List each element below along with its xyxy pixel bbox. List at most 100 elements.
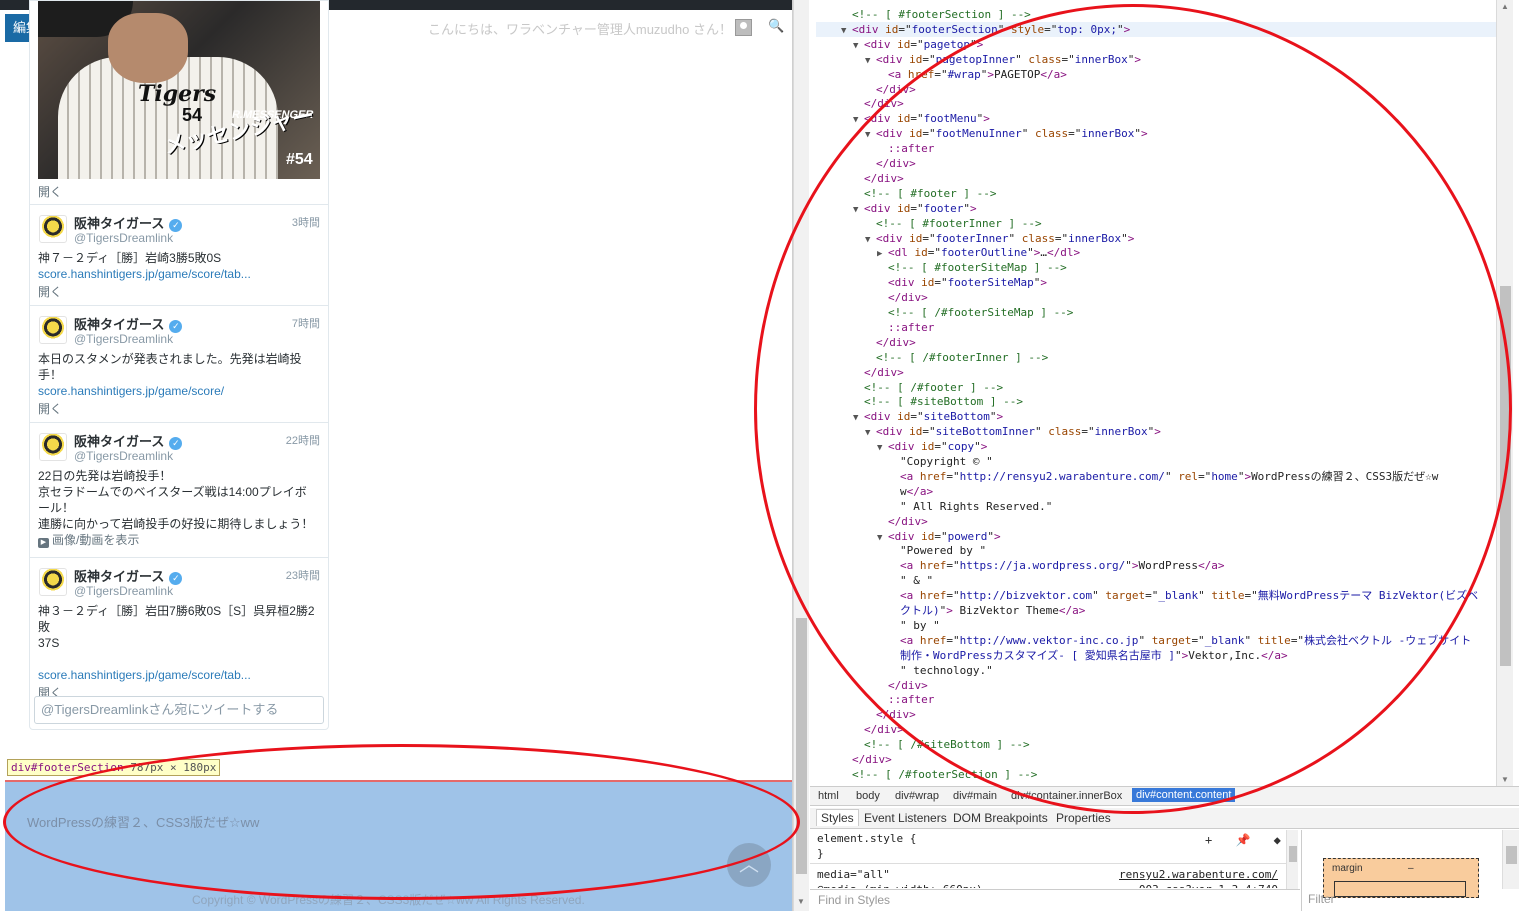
tweet-time[interactable]: 23時間: [286, 567, 320, 583]
tigers-avatar-icon[interactable]: [39, 215, 67, 243]
expand-triangle-icon[interactable]: ▼: [865, 128, 876, 143]
style-rule-selector[interactable]: element.style {: [817, 832, 916, 845]
dom-node-text[interactable]: </div>: [876, 335, 916, 350]
find-in-styles-input[interactable]: Find in Styles: [810, 889, 1300, 911]
search-icon[interactable]: 🔍: [768, 18, 784, 34]
breadcrumb-item[interactable]: div#wrap: [895, 790, 939, 802]
tab-styles[interactable]: Styles: [816, 809, 859, 826]
tweet-time[interactable]: 3時間: [292, 214, 320, 230]
breadcrumb-item[interactable]: body: [856, 790, 880, 802]
dom-node-text[interactable]: </div>: [888, 514, 928, 529]
dom-node-text[interactable]: <!-- [ #siteBottom ] -->: [864, 394, 1023, 409]
tweet-author[interactable]: 阪神タイガース ✓: [74, 213, 183, 232]
tweet-handle[interactable]: @TigersDreamlink: [74, 231, 173, 245]
tigers-avatar-icon[interactable]: [39, 433, 67, 461]
dom-node-text[interactable]: </div>: [876, 156, 916, 171]
elements-scrollbar[interactable]: ▲ ▼: [1496, 0, 1513, 786]
dom-node-text[interactable]: " All Rights Reserved.": [900, 499, 1052, 514]
tweet-handle[interactable]: @TigersDreamlink: [74, 332, 173, 346]
dom-node-text[interactable]: <!-- [ /#footerSection ] -->: [852, 767, 1037, 782]
tigers-avatar-icon[interactable]: [39, 568, 67, 596]
expand-triangle-icon[interactable]: ▼: [853, 203, 864, 218]
dom-node-text[interactable]: </div>: [876, 82, 916, 97]
dom-node-text[interactable]: <a href="http://bizvektor.com" target="_…: [900, 588, 1478, 603]
dom-node-text[interactable]: </div>: [864, 722, 904, 737]
dom-node-text[interactable]: " & ": [900, 573, 933, 588]
page-scrollbar[interactable]: ▼: [793, 0, 809, 911]
dom-node-text[interactable]: <!-- [ #footerInner ] -->: [876, 216, 1042, 231]
elements-tree[interactable]: <!-- [ #footerSection ] --> ▼ <div id="foo…: [810, 0, 1496, 786]
dom-node-text[interactable]: <!-- [ #footer ] -->: [864, 186, 996, 201]
breadcrumb-item-active[interactable]: div#content.content: [1132, 788, 1236, 802]
dom-node-text[interactable]: <a href="#wrap">PAGETOP</a>: [888, 67, 1067, 82]
pagetop-button[interactable]: ︿: [727, 843, 771, 887]
dom-node-text[interactable]: ::after: [888, 141, 934, 156]
style-source-link[interactable]: rensyu2.warabenture.com/: [1119, 868, 1278, 881]
dom-node-text[interactable]: </div>: [864, 96, 904, 111]
dom-node-text[interactable]: <!-- [ #footerSection ] -->: [852, 7, 1031, 22]
dom-node-text[interactable]: " by ": [900, 618, 940, 633]
style-toolbar-icons[interactable]: + 📌 ◆: [1205, 833, 1289, 847]
dom-node-text[interactable]: ::after: [888, 320, 934, 335]
tweet-url[interactable]: score.hanshintigers.jp/game/score/: [38, 383, 320, 399]
expand-triangle-icon[interactable]: ▼: [865, 426, 876, 441]
expand-triangle-icon[interactable]: ▼: [853, 113, 864, 128]
tab-properties[interactable]: Properties: [1056, 811, 1111, 825]
dom-node-text[interactable]: </div>: [876, 707, 916, 722]
styles-scrollbar-thumb[interactable]: [1289, 846, 1297, 862]
tweet-item[interactable]: 阪神タイガース ✓ @TigersDreamlink 3時間 神７－２ディ［勝］岩…: [30, 204, 328, 304]
tweet-item[interactable]: 阪神タイガース ✓ @TigersDreamlink 7時間 本日のスタメンが発表…: [30, 305, 328, 421]
dom-node-text[interactable]: <!-- [ /#footerInner ] -->: [876, 350, 1048, 365]
expand-triangle-icon[interactable]: ▼: [853, 411, 864, 426]
user-avatar-icon[interactable]: [735, 19, 752, 36]
tweet-author[interactable]: 阪神タイガース ✓: [74, 431, 183, 450]
tweet-handle[interactable]: @TigersDreamlink: [74, 584, 173, 598]
tweet-author-name[interactable]: 阪神タイガース: [74, 434, 164, 449]
breadcrumb-item[interactable]: html: [818, 790, 839, 802]
boxmodel-scrollbar-thumb[interactable]: [1506, 846, 1517, 864]
expand-triangle-icon[interactable]: ▼: [865, 233, 876, 248]
expand-triangle-icon[interactable]: ▼: [877, 441, 888, 456]
dom-node-text[interactable]: "Powered by ": [900, 543, 986, 558]
tigers-avatar-icon[interactable]: [39, 316, 67, 344]
boxmodel-filter-input[interactable]: Filter: [1308, 892, 1335, 906]
tweet-author-name[interactable]: 阪神タイガース: [74, 569, 164, 584]
scroll-down-arrow-icon[interactable]: ▼: [797, 897, 805, 906]
tweet-photo[interactable]: Tigers 54 R.MESSENGER メッセンジャー #54: [38, 1, 320, 179]
tab-dom-breakpoints[interactable]: DOM Breakpoints: [953, 811, 1048, 825]
tweet-author[interactable]: 阪神タイガース ✓: [74, 566, 183, 585]
dom-node-text[interactable]: クトル)"> BizVektor Theme</a>: [900, 603, 1085, 618]
tweet-url[interactable]: score.hanshintigers.jp/game/score/tab...: [38, 266, 320, 282]
page-scrollbar-thumb[interactable]: [796, 618, 807, 874]
tweet-open-link[interactable]: 開く: [38, 284, 320, 300]
expand-triangle-icon[interactable]: ▶: [877, 247, 888, 262]
tweet-author-name[interactable]: 阪神タイガース: [74, 317, 164, 332]
breadcrumb-item[interactable]: div#container.innerBox: [1011, 790, 1122, 802]
scroll-down-arrow-icon[interactable]: ▼: [1501, 775, 1509, 784]
margin-value[interactable]: –: [1408, 863, 1414, 874]
tab-event-listeners[interactable]: Event Listeners: [864, 811, 947, 825]
dom-node-text[interactable]: "Copyright © ": [900, 454, 993, 469]
boxmodel-scrollbar[interactable]: [1502, 830, 1519, 889]
tweet-item[interactable]: 阪神タイガース ✓ @TigersDreamlink 22時間 22日の先発は岩崎…: [30, 422, 328, 556]
dom-node-text[interactable]: <!-- [ /#footer ] -->: [864, 380, 1003, 395]
dom-node-text[interactable]: <a href="http://rensyu2.warabenture.com/…: [900, 469, 1438, 484]
dom-node-text[interactable]: </div>: [888, 290, 928, 305]
dom-node-text[interactable]: <!-- [ /#footerSiteMap ] -->: [888, 305, 1073, 320]
dom-node-text[interactable]: <a href="http://www.vektor-inc.co.jp" ta…: [900, 633, 1471, 648]
tweet-time[interactable]: 7時間: [292, 315, 320, 331]
tweet-compose-input[interactable]: @TigersDreamlinkさん宛にツイートする: [34, 696, 324, 724]
tweet-url[interactable]: score.hanshintigers.jp/game/score/tab...: [38, 667, 320, 683]
expand-triangle-icon[interactable]: ▼: [853, 39, 864, 54]
dom-node-text[interactable]: </div>: [852, 752, 892, 767]
dom-node-text[interactable]: <a href="https://ja.wordpress.org/">Word…: [900, 558, 1225, 573]
tweet-handle[interactable]: @TigersDreamlink: [74, 449, 173, 463]
tweet-author[interactable]: 阪神タイガース ✓: [74, 314, 183, 333]
tweet-open-link[interactable]: 開く: [38, 401, 320, 417]
tweet-time[interactable]: 22時間: [286, 432, 320, 448]
show-media-link[interactable]: ▶ 画像/動画を表示: [38, 532, 320, 548]
expand-triangle-icon[interactable]: ▼: [865, 54, 876, 69]
dom-node-text[interactable]: ::after: [888, 692, 934, 707]
tweet-author-name[interactable]: 阪神タイガース: [74, 216, 164, 231]
dom-node-text[interactable]: " technology.": [900, 663, 993, 678]
